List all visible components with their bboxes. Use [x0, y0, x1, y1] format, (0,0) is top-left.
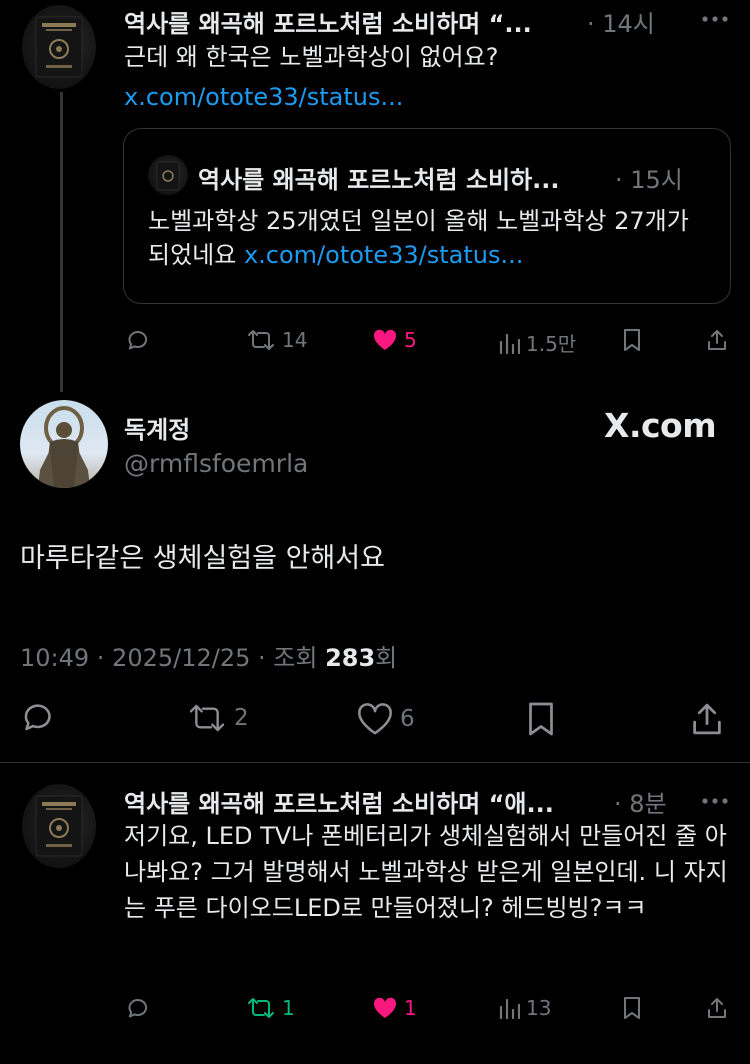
reply2-like-count: 1 [404, 996, 417, 1020]
avatar[interactable] [22, 5, 96, 89]
reply2-avatar[interactable] [22, 784, 96, 868]
reply1-time[interactable]: · 14시 [587, 4, 655, 39]
like-button[interactable]: 5 [372, 328, 417, 352]
reply2-bookmark-button[interactable] [622, 996, 642, 1020]
passport-image [35, 16, 83, 78]
main-retweet-button[interactable]: 2 [186, 702, 249, 734]
share-icon [708, 330, 726, 350]
reply-icon [128, 331, 148, 350]
reply2-more-icon[interactable] [700, 792, 730, 811]
bookmark-icon [624, 997, 640, 1019]
reply2-text: 저기요, LED TV나 폰베터리가 생체실험해서 만들어진 줄 아나봐요? 그… [124, 822, 728, 922]
view-suffix: 회 [375, 644, 398, 672]
analytics-icon [499, 333, 520, 354]
analytics-icon [499, 998, 520, 1020]
main-display-name[interactable]: 독계정 [124, 410, 190, 445]
quote-time: · 15시 [615, 166, 683, 194]
main-timestamp: 10:49 · 2025/12/25 · 조회 283회 [20, 638, 397, 673]
retweet-count: 14 [282, 328, 308, 352]
reply2-time[interactable]: · 8분 [614, 784, 667, 819]
retweet-icon [189, 704, 225, 732]
retweet-button[interactable]: 14 [246, 328, 307, 352]
share-icon [693, 703, 721, 735]
reply-icon [128, 999, 148, 1018]
reply2-author[interactable]: 역사를 왜곡해 포르노처럼 소비하며 “애... [124, 784, 554, 819]
passport-image [156, 161, 180, 191]
main-reply-button[interactable] [20, 700, 56, 734]
views-count: 1.5만 [526, 332, 577, 356]
heart-filled-icon [373, 997, 397, 1018]
main-text: 마루타같은 생체실험을 안해서요 [20, 543, 385, 574]
reply1-link[interactable]: x.com/otote33/status... [124, 80, 403, 114]
reply2-like-button[interactable]: 1 [372, 996, 417, 1020]
share-icon [708, 998, 726, 1018]
heart-filled-icon [373, 329, 397, 350]
reply2-retweet-button[interactable]: 1 [246, 996, 295, 1020]
main-handle[interactable]: @rmflsfoemrla [124, 449, 308, 478]
bookmark-icon [624, 329, 640, 351]
more-icon[interactable] [700, 10, 730, 29]
reply2-share-button[interactable] [706, 996, 728, 1020]
share-button[interactable] [706, 328, 728, 352]
like-count: 5 [404, 328, 417, 352]
quote-author: 역사를 왜곡해 포르노처럼 소비하... [198, 166, 560, 194]
reply1-author[interactable]: 역사를 왜곡해 포르노처럼 소비하며 “... [124, 4, 532, 39]
retweet-icon [248, 330, 274, 350]
reply2-views-button[interactable]: 13 [498, 996, 551, 1020]
reply-icon [24, 704, 51, 731]
reply2-views-count: 13 [526, 996, 552, 1020]
view-count: 283 [325, 644, 376, 672]
quote-text: 노벨과학상 25개였던 일본이 올해 노벨과학상 27개가 되었네요 x.com… [148, 204, 708, 272]
main-retweet-count: 2 [234, 705, 249, 731]
reply-button[interactable] [126, 328, 150, 352]
quote-link[interactable]: x.com/otote33/status... [244, 241, 523, 269]
timestamp-text: 10:49 · 2025/12/25 · 조회 [20, 644, 326, 672]
views-button[interactable]: 1.5만 [498, 328, 576, 357]
thread-line [60, 92, 63, 392]
reply2-retweet-count: 1 [282, 996, 295, 1020]
retweet-icon [248, 998, 274, 1018]
main-share-button[interactable] [690, 700, 724, 738]
passport-image [35, 795, 83, 857]
statue-image [38, 406, 90, 488]
quote-avatar [148, 155, 188, 195]
main-like-button[interactable]: 6 [356, 702, 415, 736]
reply1-text: 근데 왜 한국은 노벨과학상이 없어요? [124, 43, 499, 71]
main-like-count: 6 [400, 706, 415, 732]
reply2-reply-button[interactable] [126, 996, 150, 1020]
bookmark-icon [529, 702, 553, 736]
heart-icon [358, 703, 392, 735]
main-avatar[interactable] [20, 400, 108, 488]
main-bookmark-button[interactable] [526, 700, 556, 738]
divider [0, 762, 750, 763]
bookmark-button[interactable] [622, 328, 642, 352]
x-com-watermark: X.com [604, 406, 717, 445]
